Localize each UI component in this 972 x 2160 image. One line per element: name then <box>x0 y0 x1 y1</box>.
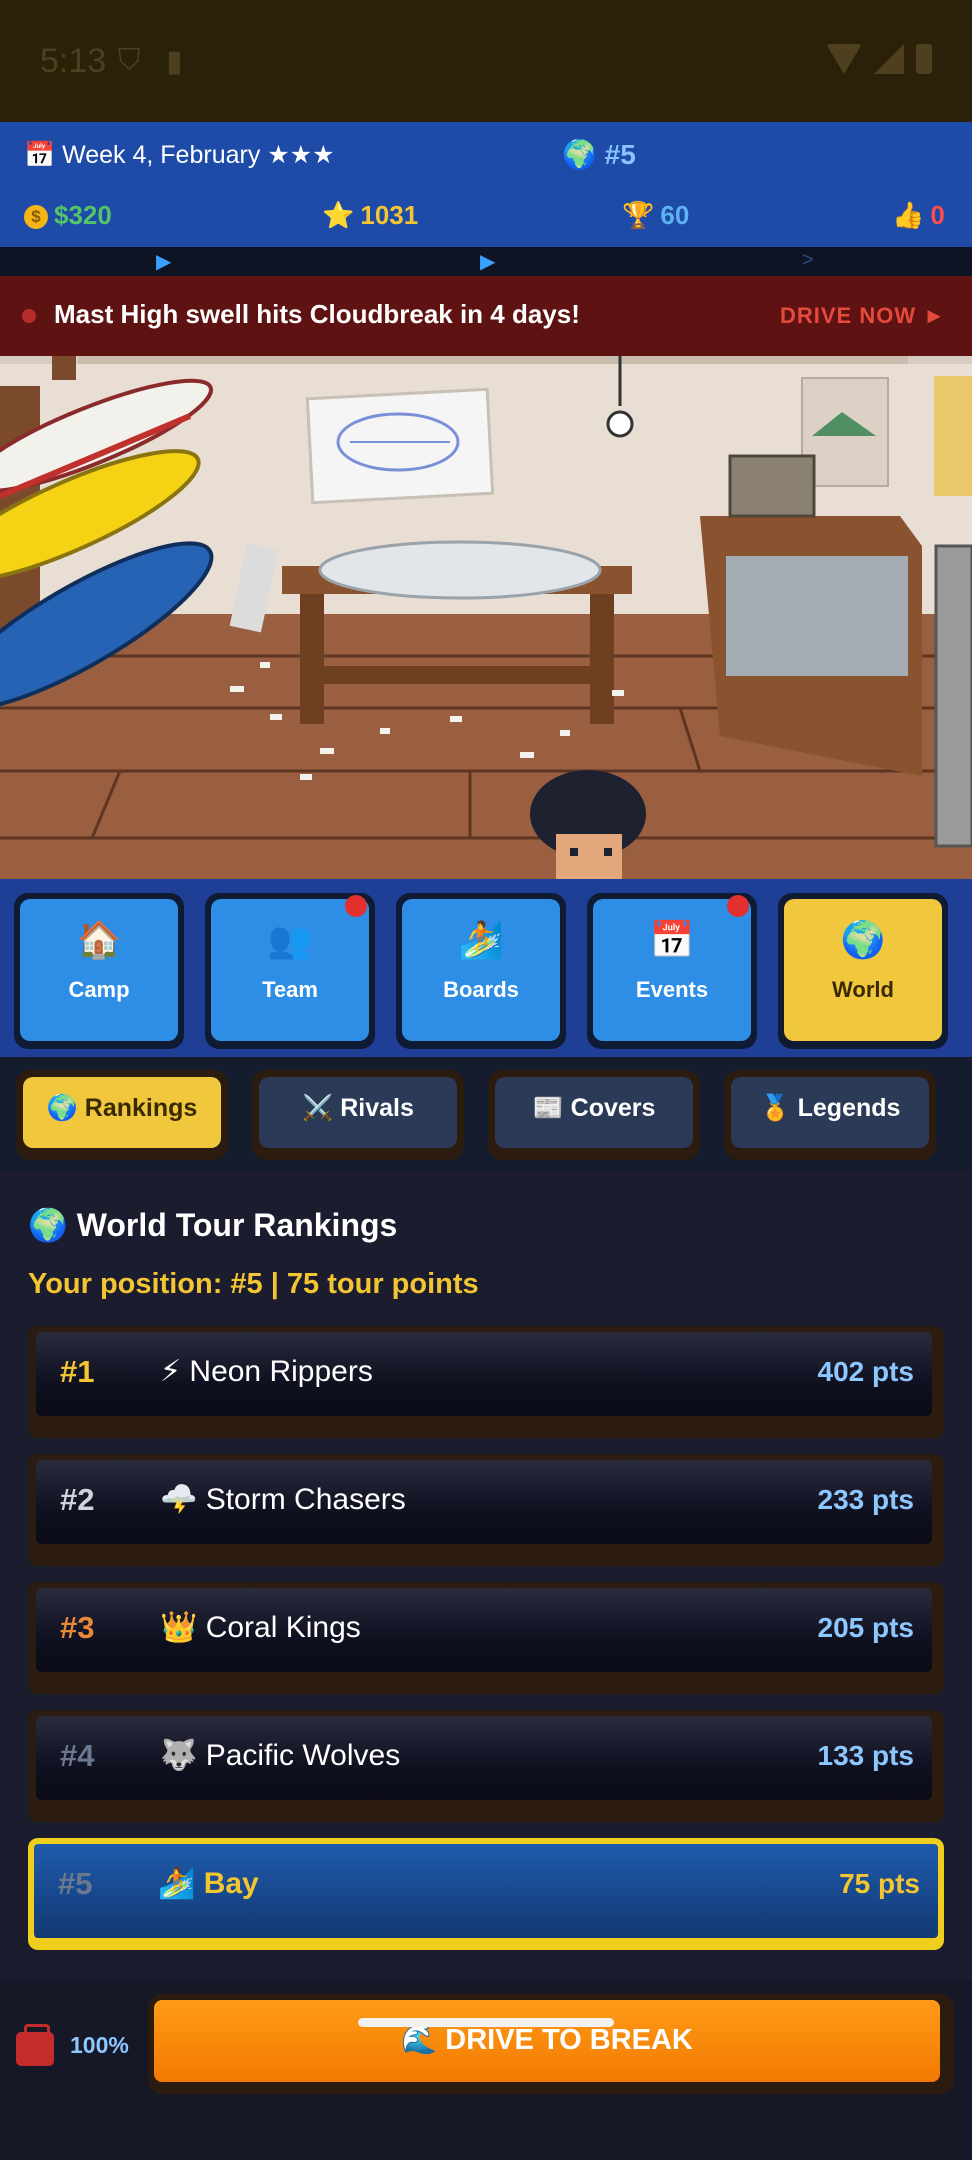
team-name: ⚡ Neon Rippers <box>160 1355 373 1388</box>
swell-alert-banner[interactable]: Mast High swell hits Cloudbreak in 4 day… <box>0 276 972 356</box>
battery-icon <box>916 44 932 74</box>
sim-card-icon: ▮ <box>166 45 183 78</box>
progress-arrow-icon: ▶ <box>156 251 172 273</box>
tab-legends[interactable]: 🏅 Legends <box>724 1070 936 1160</box>
world-rank[interactable]: 🌍 #5 <box>562 138 636 171</box>
travel-progress-strip: ▶ ▶ > <box>0 247 972 276</box>
globe-icon: 🌍 <box>840 919 886 960</box>
drive-now-link[interactable]: DRIVE NOW ► <box>780 303 946 329</box>
calendar-icon: 📅 <box>649 919 695 960</box>
coin-icon: $ <box>24 205 48 230</box>
date-label: Week 4, February ★★★ <box>62 141 335 169</box>
ranking-row[interactable]: #2 🌩️ Storm Chasers 233 pts <box>28 1454 944 1566</box>
ranking-number: #5 <box>58 1866 93 1901</box>
ranking-number: #1 <box>60 1354 95 1389</box>
fuel-can-icon <box>16 2024 56 2066</box>
team-points: 75 pts <box>839 1868 920 1899</box>
tab-legends-label: 🏅 Legends <box>731 1077 929 1148</box>
team-icon: 👥 <box>267 919 313 960</box>
home-indicator[interactable] <box>358 2018 614 2027</box>
status-time: 5:13 <box>40 42 107 80</box>
date-display: 📅 Week 4, February ★★★ <box>24 140 335 170</box>
nav-events-label: Events <box>635 977 709 1002</box>
ranking-number: #2 <box>60 1482 95 1517</box>
progress-arrow-icon: > <box>802 249 814 271</box>
world-rank-value: #5 <box>604 139 636 170</box>
nav-camp-button[interactable]: 🏠 Camp <box>14 893 184 1049</box>
nav-events-button[interactable]: 📅 Events <box>587 893 757 1049</box>
team-name: 🌩️ Storm Chasers <box>160 1483 406 1516</box>
nav-boards-button[interactable]: 🏄 Boards <box>396 893 566 1049</box>
gems-counter: 🏆 60 <box>622 200 689 231</box>
progress-arrow-icon: ▶ <box>480 251 496 273</box>
nav-camp-label: Camp <box>68 977 130 1002</box>
team-points: 133 pts <box>817 1740 915 1771</box>
rankings-panel: 🌍 World Tour Rankings Your position: #5 … <box>0 1172 972 1980</box>
rankings-title: 🌍 World Tour Rankings <box>28 1207 398 1243</box>
money-value: $320 <box>54 200 112 230</box>
tab-covers[interactable]: 📰 Covers <box>488 1070 700 1160</box>
stars-value: 1031 <box>360 200 419 230</box>
team-name: 🏄 Bay <box>158 1867 259 1900</box>
team-name: 🐺 Pacific Wolves <box>160 1739 401 1772</box>
ranking-number: #4 <box>60 1738 95 1773</box>
thumbs-up-icon: 👍 <box>892 200 925 230</box>
tab-rivals-label: ⚔️ Rivals <box>259 1077 457 1148</box>
nav-team-label: Team <box>262 977 318 1002</box>
money-counter: $ $320 <box>24 200 112 231</box>
team-points: 402 pts <box>817 1356 915 1387</box>
nav-world-button[interactable]: 🌍 World <box>778 893 948 1049</box>
team-points: 233 pts <box>817 1484 915 1515</box>
nav-boards-label: Boards <box>443 977 519 1002</box>
nav-world-label: World <box>832 977 894 1002</box>
ranking-row[interactable]: #3 👑 Coral Kings 205 pts <box>28 1582 944 1694</box>
main-nav: 🏠 Camp 👥 Team 🏄 Boards 📅 Events 🌍 World <box>0 879 972 1057</box>
team-points: 205 pts <box>817 1612 915 1643</box>
cellular-icon <box>874 44 904 74</box>
alert-dot-icon <box>22 309 36 323</box>
drive-to-break-button[interactable]: 🌊 DRIVE TO BREAK <box>148 1994 954 2094</box>
fuel-level: 100% <box>70 2032 129 2058</box>
fans-counter: 👍 0 <box>892 200 945 231</box>
gems-value: 60 <box>660 200 690 230</box>
swell-alert-message: Mast High swell hits Cloudbreak in 4 day… <box>54 299 580 329</box>
workshop-scene <box>0 356 972 879</box>
tab-covers-label: 📰 Covers <box>495 1077 693 1148</box>
stars-counter: ⭐ 1031 <box>322 200 418 231</box>
team-name: 👑 Coral Kings <box>160 1611 361 1644</box>
surfer-icon: 🏄 <box>458 919 504 960</box>
globe-icon: 🌍 <box>562 139 597 170</box>
tab-rankings[interactable]: 🌍 Rankings <box>16 1070 228 1160</box>
wifi-icon <box>826 44 862 74</box>
ranking-number: #3 <box>60 1610 95 1645</box>
top-bar: 📅 Week 4, February ★★★ 🌍 #5 $ $320 ⭐ 1031 … <box>0 122 972 247</box>
player-position: Your position: #5 | 75 tour points <box>28 1268 479 1300</box>
world-subtabs: 🌍 Rankings ⚔️ Rivals 📰 Covers 🏅 Legends <box>0 1057 972 1172</box>
fans-value: 0 <box>930 200 945 230</box>
nav-team-button[interactable]: 👥 Team <box>205 893 375 1049</box>
tab-rivals[interactable]: ⚔️ Rivals <box>252 1070 464 1160</box>
calendar-icon: 📅 <box>24 141 56 169</box>
drive-to-break-label: 🌊 DRIVE TO BREAK <box>154 2000 940 2082</box>
bottom-action-bar: 100% 🌊 DRIVE TO BREAK <box>0 1980 972 2160</box>
notification-badge <box>727 895 749 917</box>
status-bar: 5:13 ⛉ ▮ <box>0 0 972 122</box>
trophy-icon: 🏆 <box>622 200 655 230</box>
tab-rankings-label: 🌍 Rankings <box>23 1077 221 1148</box>
star-icon: ⭐ <box>322 200 355 230</box>
player-ranking-row[interactable]: #5 🏄 Bay 75 pts <box>28 1838 944 1950</box>
ranking-row[interactable]: #1 ⚡ Neon Rippers 402 pts <box>28 1326 944 1438</box>
ranking-row[interactable]: #4 🐺 Pacific Wolves 133 pts <box>28 1710 944 1822</box>
notification-badge <box>345 895 367 917</box>
workshop-illustration <box>0 356 972 879</box>
shield-icon: ⛉ <box>118 44 141 77</box>
house-icon: 🏠 <box>76 919 122 960</box>
